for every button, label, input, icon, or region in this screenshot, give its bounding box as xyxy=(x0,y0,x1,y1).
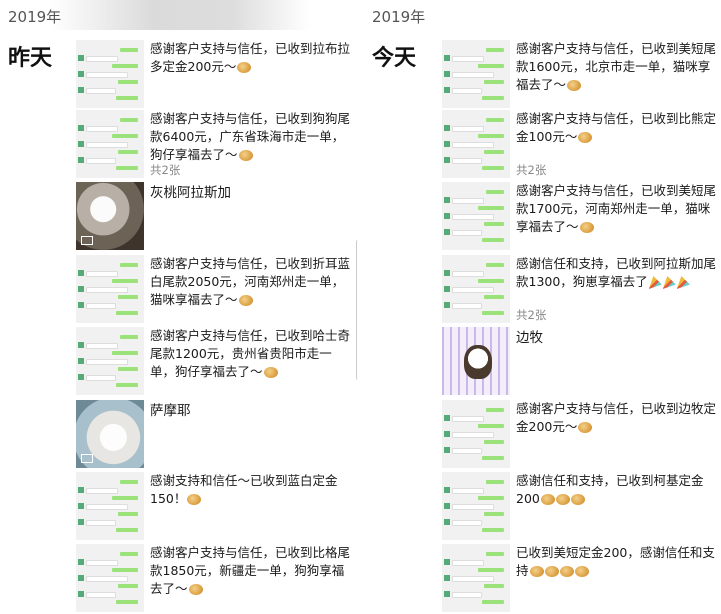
post-text: 感谢客户支持与信任，已收到比格尾款1850元，新疆走一单，狗狗享福去了～ xyxy=(150,544,356,598)
cookie-emoji-icon xyxy=(188,584,203,595)
moment-post[interactable]: 灰桃阿拉斯加 xyxy=(76,182,356,252)
post-text: 感谢客户支持与信任，已收到哈士奇尾款1200元，贵州省贵阳市走一单，狗仔享福去了… xyxy=(150,327,356,381)
post-text: 感谢客户支持与信任，已收到折耳蓝白尾款2050元，河南郑州走一单，猫咪享福去了～ xyxy=(150,255,356,309)
cookie-emoji-icon xyxy=(579,222,594,233)
party-popper-emoji-icon xyxy=(676,276,690,289)
post-caption: 感谢客户支持与信任，已收到美短尾款1700元，河南郑州走一单，猫咪享福去了～ xyxy=(516,183,717,234)
moment-post[interactable]: 感谢支持和信任～已收到蓝白定金150！ xyxy=(76,472,356,542)
post-caption: 感谢客户支持与信任，已收到比熊定金100元～ xyxy=(516,111,717,144)
day-heading: 昨天 xyxy=(8,46,53,71)
moment-post[interactable]: 感谢客户支持与信任，已收到折耳蓝白尾款2050元，河南郑州走一单，猫咪享福去了～ xyxy=(76,255,356,325)
chat-screenshot-thumbnail[interactable] xyxy=(76,472,144,540)
party-popper-emoji-icon xyxy=(648,276,662,289)
year-label: 2019年 xyxy=(8,8,62,26)
image-count-label: 共2张 xyxy=(516,163,547,177)
post-text: 感谢客户支持与信任，已收到拉布拉多定金200元～ xyxy=(150,40,356,76)
pet-photo-thumbnail[interactable] xyxy=(442,327,510,395)
post-text: 边牧 xyxy=(516,329,721,347)
cookie-emoji-icon xyxy=(237,62,252,73)
year-label: 2019年 xyxy=(372,8,426,26)
chat-screenshot-thumbnail[interactable] xyxy=(442,110,510,178)
post-caption: 萨摩耶 xyxy=(150,403,191,419)
post-text: 感谢支持和信任～已收到蓝白定金150！ xyxy=(150,472,356,508)
chat-screenshot-thumbnail[interactable] xyxy=(76,327,144,395)
moment-post[interactable]: 感谢客户支持与信任，已收到边牧定金200元～ xyxy=(442,400,721,470)
moment-post[interactable]: 感谢客户支持与信任，已收到哈士奇尾款1200元，贵州省贵阳市走一单，狗仔享福去了… xyxy=(76,327,356,397)
post-text: 灰桃阿拉斯加 xyxy=(150,184,356,202)
moment-post[interactable]: 感谢客户支持与信任，已收到比格尾款1850元，新疆走一单，狗狗享福去了～ xyxy=(76,544,356,614)
moment-post[interactable]: 感谢客户支持与信任，已收到拉布拉多定金200元～ xyxy=(76,40,356,110)
cookie-emoji-icon xyxy=(238,150,253,161)
chat-screenshot-thumbnail[interactable] xyxy=(442,40,510,108)
cookie-emoji-icon xyxy=(559,566,574,577)
party-popper-emoji-icon xyxy=(662,276,676,289)
post-text: 感谢信任和支持，已收到阿拉斯加尾款1300，狗崽享福去了 xyxy=(516,255,721,291)
moment-post[interactable]: 感谢客户支持与信任，已收到美短尾款1600元，北京市走一单，猫咪享福去了～ xyxy=(442,40,721,110)
chat-screenshot-thumbnail[interactable] xyxy=(442,544,510,612)
pet-video-thumbnail[interactable] xyxy=(76,182,144,250)
chat-screenshot-thumbnail[interactable] xyxy=(442,182,510,250)
moment-post[interactable]: 感谢客户支持与信任，已收到狗狗尾款6400元，广东省珠海市走一单，狗仔享福去了～… xyxy=(76,110,356,180)
cookie-emoji-icon xyxy=(578,422,593,433)
day-heading: 今天 xyxy=(372,46,417,71)
pet-video-thumbnail[interactable] xyxy=(76,400,144,468)
cookie-emoji-icon xyxy=(567,80,582,91)
post-caption: 感谢客户支持与信任，已收到比格尾款1850元，新疆走一单，狗狗享福去了～ xyxy=(150,545,351,596)
post-text: 感谢客户支持与信任，已收到美短尾款1600元，北京市走一单，猫咪享福去了～ xyxy=(516,40,721,94)
post-text: 感谢客户支持与信任，已收到美短尾款1700元，河南郑州走一单，猫咪享福去了～ xyxy=(516,182,721,236)
post-caption: 感谢客户支持与信任，已收到美短尾款1600元，北京市走一单，猫咪享福去了～ xyxy=(516,41,717,92)
moment-post[interactable]: 感谢信任和支持，已收到柯基定金200 xyxy=(442,472,721,542)
cookie-emoji-icon xyxy=(578,132,593,143)
moment-post[interactable]: 已收到美短定金200，感谢信任和支持 xyxy=(442,544,721,614)
post-text: 萨摩耶 xyxy=(150,402,356,420)
post-text: 感谢客户支持与信任，已收到比熊定金100元～ xyxy=(516,110,721,146)
cookie-emoji-icon xyxy=(238,295,253,306)
chat-screenshot-thumbnail[interactable] xyxy=(76,255,144,323)
column-yesterday: 2019年 昨天 感谢客户支持与信任，已收到拉布拉多定金200元～ 感谢客户支持与… xyxy=(0,0,360,613)
column-divider xyxy=(356,240,360,380)
cookie-emoji-icon xyxy=(574,566,589,577)
moment-post[interactable]: 萨摩耶 xyxy=(76,400,356,470)
post-caption: 感谢支持和信任～已收到蓝白定金150！ xyxy=(150,473,338,506)
chat-screenshot-thumbnail[interactable] xyxy=(76,40,144,108)
chat-screenshot-thumbnail[interactable] xyxy=(442,400,510,468)
post-caption: 感谢客户支持与信任，已收到边牧定金200元～ xyxy=(516,401,717,434)
chat-screenshot-thumbnail[interactable] xyxy=(442,472,510,540)
post-caption: 边牧 xyxy=(516,330,543,346)
chat-screenshot-thumbnail[interactable] xyxy=(76,110,144,178)
moment-post[interactable]: 感谢客户支持与信任，已收到比熊定金100元～ 共2张 xyxy=(442,110,721,180)
post-text: 已收到美短定金200，感谢信任和支持 xyxy=(516,544,721,580)
chat-screenshot-thumbnail[interactable] xyxy=(442,255,510,323)
cookie-emoji-icon xyxy=(555,494,570,505)
column-today: 2019年 今天 感谢客户支持与信任，已收到美短尾款1600元，北京市走一单，猫… xyxy=(362,0,721,613)
post-caption: 感谢客户支持与信任，已收到哈士奇尾款1200元，贵州省贵阳市走一单，狗仔享福去了… xyxy=(150,328,351,379)
cookie-emoji-icon xyxy=(263,367,278,378)
moment-post[interactable]: 边牧 xyxy=(442,327,721,397)
post-caption: 灰桃阿拉斯加 xyxy=(150,185,231,201)
chat-screenshot-thumbnail[interactable] xyxy=(76,544,144,612)
post-text: 感谢信任和支持，已收到柯基定金200 xyxy=(516,472,721,508)
video-icon xyxy=(81,454,93,463)
moment-post[interactable]: 感谢信任和支持，已收到阿拉斯加尾款1300，狗崽享福去了共2张 xyxy=(442,255,721,325)
image-count-label: 共2张 xyxy=(150,163,181,177)
moment-post[interactable]: 感谢客户支持与信任，已收到美短尾款1700元，河南郑州走一单，猫咪享福去了～ xyxy=(442,182,721,252)
cookie-emoji-icon xyxy=(187,494,202,505)
cookie-emoji-icon xyxy=(544,566,559,577)
cookie-emoji-icon xyxy=(540,494,555,505)
cookie-emoji-icon xyxy=(529,566,544,577)
post-text: 感谢客户支持与信任，已收到边牧定金200元～ xyxy=(516,400,721,436)
video-icon xyxy=(81,236,93,245)
post-text: 感谢客户支持与信任，已收到狗狗尾款6400元，广东省珠海市走一单，狗仔享福去了～ xyxy=(150,110,356,164)
image-count-label: 共2张 xyxy=(516,308,547,322)
cookie-emoji-icon xyxy=(570,494,585,505)
